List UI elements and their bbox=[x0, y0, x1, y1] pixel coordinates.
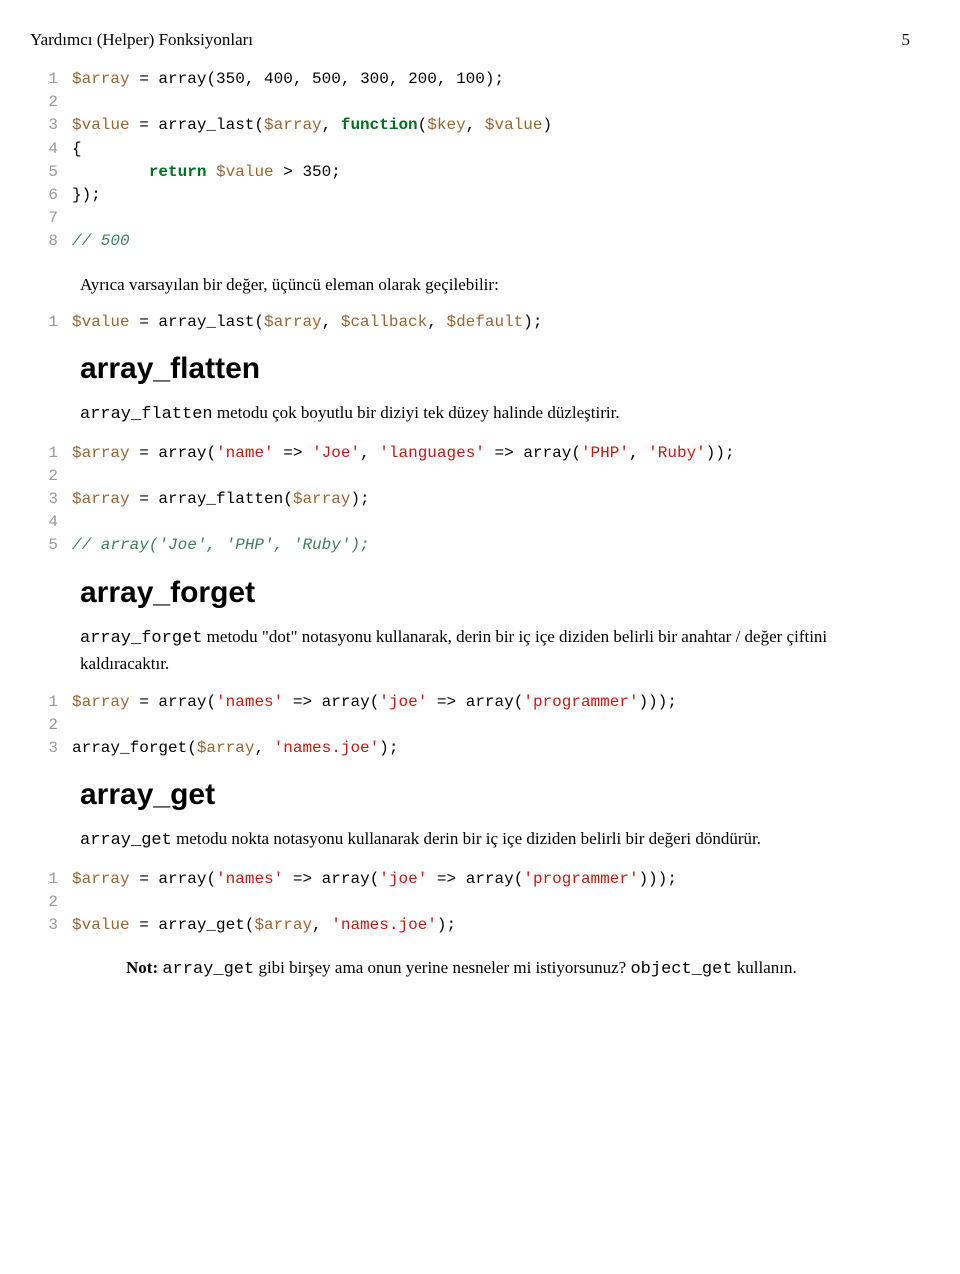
code-content: { bbox=[72, 138, 910, 161]
line-number: 5 bbox=[30, 534, 72, 557]
text: kullanın. bbox=[733, 958, 797, 977]
code-content: $array = array('name' => 'Joe', 'languag… bbox=[72, 442, 910, 465]
line-number: 1 bbox=[30, 311, 72, 334]
code-line: 5 return $value > 350; bbox=[30, 161, 910, 184]
code-block-5: 1$array = array('names' => array('joe' =… bbox=[30, 868, 910, 938]
code-content: return $value > 350; bbox=[72, 161, 910, 184]
code-line: 3$value = array_get($array, 'names.joe')… bbox=[30, 914, 910, 937]
line-number: 1 bbox=[30, 442, 72, 465]
code-content: $array = array('names' => array('joe' =>… bbox=[72, 868, 910, 891]
line-number: 5 bbox=[30, 161, 72, 184]
header-title: Yardımcı (Helper) Fonksiyonları bbox=[30, 30, 253, 50]
code-line: 3$value = array_last($array, function($k… bbox=[30, 114, 910, 137]
code-line: 2 bbox=[30, 465, 910, 488]
code-content bbox=[72, 714, 910, 737]
code-content: $value = array_last($array, $callback, $… bbox=[72, 311, 910, 334]
line-number: 8 bbox=[30, 230, 72, 253]
code-line: 8// 500 bbox=[30, 230, 910, 253]
code-line: 2 bbox=[30, 714, 910, 737]
line-number: 2 bbox=[30, 714, 72, 737]
text: metodu çok boyutlu bir diziyi tek düzey … bbox=[213, 403, 620, 422]
code-block-2: 1$value = array_last($array, $callback, … bbox=[30, 311, 910, 334]
code-content: $array = array(350, 400, 500, 300, 200, … bbox=[72, 68, 910, 91]
page-number: 5 bbox=[902, 30, 911, 50]
code-content: $array = array_flatten($array); bbox=[72, 488, 910, 511]
code-content: $value = array_get($array, 'names.joe'); bbox=[72, 914, 910, 937]
line-number: 2 bbox=[30, 91, 72, 114]
line-number: 3 bbox=[30, 114, 72, 137]
heading-array-flatten: array_flatten bbox=[80, 352, 910, 386]
line-number: 1 bbox=[30, 68, 72, 91]
code-line: 7 bbox=[30, 207, 910, 230]
inline-code: array_forget bbox=[80, 629, 202, 648]
code-content bbox=[72, 891, 910, 914]
line-number: 3 bbox=[30, 737, 72, 760]
paragraph-forget: array_forget metodu "dot" notasyonu kull… bbox=[80, 624, 910, 677]
line-number: 2 bbox=[30, 465, 72, 488]
line-number: 6 bbox=[30, 184, 72, 207]
code-line: 1$value = array_last($array, $callback, … bbox=[30, 311, 910, 334]
code-content bbox=[72, 465, 910, 488]
code-content bbox=[72, 207, 910, 230]
line-number: 2 bbox=[30, 891, 72, 914]
inline-code: object_get bbox=[630, 960, 732, 979]
note-label: Not: bbox=[126, 958, 158, 977]
line-number: 3 bbox=[30, 914, 72, 937]
inline-code: array_flatten bbox=[80, 405, 213, 424]
code-content bbox=[72, 511, 910, 534]
heading-array-get: array_get bbox=[80, 778, 910, 812]
text: gibi birşey ama onun yerine nesneler mi … bbox=[254, 958, 630, 977]
code-content: $value = array_last($array, function($ke… bbox=[72, 114, 910, 137]
code-content bbox=[72, 91, 910, 114]
page-header: Yardımcı (Helper) Fonksiyonları 5 bbox=[30, 30, 910, 50]
code-content: $array = array('names' => array('joe' =>… bbox=[72, 691, 910, 714]
text: metodu nokta notasyonu kullanarak derin … bbox=[172, 829, 761, 848]
line-number: 3 bbox=[30, 488, 72, 511]
paragraph-flatten: array_flatten metodu çok boyutlu bir diz… bbox=[80, 400, 910, 428]
code-content: array_forget($array, 'names.joe'); bbox=[72, 737, 910, 760]
line-number: 4 bbox=[30, 138, 72, 161]
code-line: 3array_forget($array, 'names.joe'); bbox=[30, 737, 910, 760]
paragraph-default: Ayrıca varsayılan bir değer, üçüncü elem… bbox=[80, 272, 910, 298]
code-line: 3$array = array_flatten($array); bbox=[30, 488, 910, 511]
code-line: 2 bbox=[30, 891, 910, 914]
inline-code: array_get bbox=[162, 960, 254, 979]
code-line: 1$array = array(350, 400, 500, 300, 200,… bbox=[30, 68, 910, 91]
code-content: }); bbox=[72, 184, 910, 207]
code-line: 1$array = array('name' => 'Joe', 'langua… bbox=[30, 442, 910, 465]
code-content: // array('Joe', 'PHP', 'Ruby'); bbox=[72, 534, 910, 557]
code-content: // 500 bbox=[72, 230, 910, 253]
line-number: 1 bbox=[30, 691, 72, 714]
inline-code: array_get bbox=[80, 831, 172, 850]
code-line: 1$array = array('names' => array('joe' =… bbox=[30, 691, 910, 714]
code-block-3: 1$array = array('name' => 'Joe', 'langua… bbox=[30, 442, 910, 558]
line-number: 7 bbox=[30, 207, 72, 230]
code-line: 6}); bbox=[30, 184, 910, 207]
code-line: 1$array = array('names' => array('joe' =… bbox=[30, 868, 910, 891]
code-line: 2 bbox=[30, 91, 910, 114]
line-number: 4 bbox=[30, 511, 72, 534]
code-line: 4{ bbox=[30, 138, 910, 161]
line-number: 1 bbox=[30, 868, 72, 891]
code-line: 4 bbox=[30, 511, 910, 534]
code-line: 5// array('Joe', 'PHP', 'Ruby'); bbox=[30, 534, 910, 557]
paragraph-get: array_get metodu nokta notasyonu kullana… bbox=[80, 826, 910, 854]
note-paragraph: Not: array_get gibi birşey ama onun yeri… bbox=[126, 955, 900, 983]
code-block-1: 1$array = array(350, 400, 500, 300, 200,… bbox=[30, 68, 910, 254]
code-block-4: 1$array = array('names' => array('joe' =… bbox=[30, 691, 910, 761]
heading-array-forget: array_forget bbox=[80, 576, 910, 610]
